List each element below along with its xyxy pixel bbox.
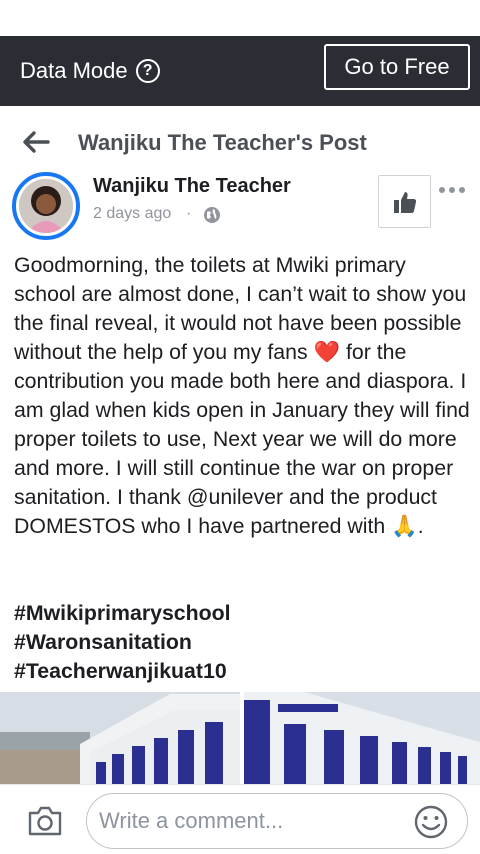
post-timestamp[interactable]: 2 days ago — [93, 205, 171, 223]
hashtag-link[interactable]: #Waronsanitation — [14, 628, 470, 657]
post-photo-right[interactable] — [244, 692, 480, 784]
go-to-free-button[interactable]: Go to Free — [324, 44, 470, 90]
post-header: Wanjiku The Teacher's Post — [0, 106, 480, 178]
status-strip — [0, 0, 480, 36]
author-name[interactable]: Wanjiku The Teacher — [93, 175, 291, 198]
post-photo-left[interactable] — [0, 692, 240, 784]
pray-emoji: 🙏 — [391, 514, 418, 538]
data-mode-label: Data Mode — [20, 58, 128, 83]
comment-input[interactable] — [86, 793, 468, 849]
hashtag-list: #Mwikiprimaryschool #Waronsanitation #Te… — [14, 599, 470, 686]
avatar[interactable] — [12, 172, 80, 240]
arrow-left-icon[interactable] — [22, 130, 50, 154]
more-horizontal-icon[interactable] — [438, 184, 466, 196]
post-text-part3: . — [417, 514, 424, 538]
hashtag-link[interactable]: #Mwikiprimaryschool — [14, 599, 470, 628]
camera-icon[interactable] — [27, 805, 63, 837]
data-mode-bar: Data Mode ? Go to Free — [0, 36, 480, 106]
page-title: Wanjiku The Teacher's Post — [78, 130, 367, 155]
meta-separator: · — [186, 205, 192, 222]
heart-emoji: ❤️ — [313, 340, 341, 364]
info-icon[interactable]: ? — [135, 59, 160, 83]
smiley-icon[interactable] — [414, 805, 448, 839]
like-button[interactable] — [378, 175, 431, 228]
post-text-part2: for the contribution you made both here … — [14, 340, 470, 538]
globe-icon — [204, 207, 220, 223]
avatar-image — [19, 179, 73, 233]
comment-bar — [0, 784, 480, 854]
thumbs-up-icon — [393, 191, 416, 213]
hashtag-link[interactable]: #Teacherwanjikuat10 — [14, 657, 470, 686]
post-text: Goodmorning, the toilets at Mwiki primar… — [14, 251, 470, 541]
